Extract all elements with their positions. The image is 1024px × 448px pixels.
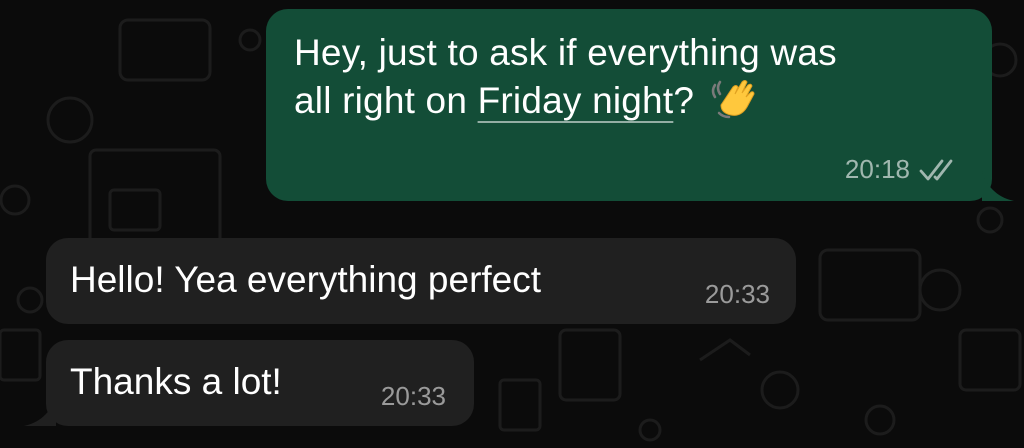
bubble-tail — [24, 396, 56, 426]
outgoing-message-text: Hey, just to ask if everything was all r… — [294, 29, 974, 125]
outgoing-message-meta: 20:18 — [845, 154, 962, 185]
bubble-tail — [982, 171, 1014, 201]
double-check-icon — [919, 159, 953, 180]
outgoing-message-bubble[interactable]: Hey, just to ask if everything was all r… — [266, 9, 1014, 201]
message-time: 20:18 — [844, 154, 910, 184]
date-link[interactable]: Friday night — [478, 80, 674, 121]
incoming-message-bubble[interactable]: Thanks a lot! 20:33 — [24, 340, 474, 426]
incoming-message-bubble[interactable]: Hello! Yea everything perfect 20:33 — [46, 238, 796, 324]
message-time: 20:33 — [704, 279, 770, 309]
incoming-message-text: Thanks a lot! — [70, 361, 282, 402]
waving-hand-icon — [711, 80, 755, 119]
message-text-line1: Hey, just to ask if everything was — [294, 32, 837, 73]
message-text-punct: ? — [673, 80, 695, 121]
chat-view: Hey, just to ask if everything was all r… — [0, 0, 1024, 448]
incoming-message-text: Hello! Yea everything perfect — [70, 259, 542, 300]
message-text-line2: all right on — [294, 80, 478, 121]
message-time: 20:33 — [380, 381, 446, 411]
